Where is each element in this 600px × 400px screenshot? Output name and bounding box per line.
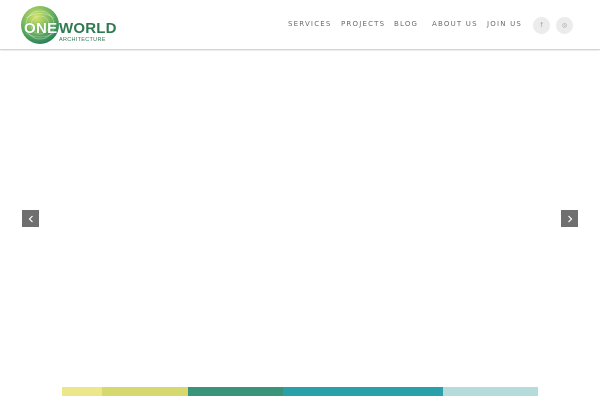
chevron-right-icon [567,215,572,222]
color-stripe [62,387,538,396]
logo-subtitle: ARCHITECTURE [59,37,106,43]
instagram-glyph: ◎ [561,22,568,29]
logo-word-one: ONE [24,20,58,37]
nav-item-services[interactable]: SERVICES [288,20,332,28]
color-stripe-segment [283,387,443,396]
facebook-icon[interactable]: f [533,17,550,34]
slider-prev-button[interactable] [22,210,39,227]
slider-next-button[interactable] [561,210,578,227]
facebook-glyph: f [540,22,543,29]
color-stripe-segment [188,387,283,396]
logo-link[interactable]: ONE WORLD ARCHITECTURE [20,5,117,47]
nav-item-about-us[interactable]: ABOUT US [432,20,478,28]
site-header: ONE WORLD ARCHITECTURE SERVICES PROJECTS… [0,0,600,50]
logo-word-world: WORLD [59,20,117,37]
nav-item-blog[interactable]: BLOG [394,20,418,28]
color-stripe-segment [102,387,188,396]
chevron-left-icon [28,215,33,222]
instagram-icon[interactable]: ◎ [556,17,573,34]
color-stripe-segment [443,387,538,396]
hero-slider [0,51,600,381]
color-stripe-segment [62,387,102,396]
nav-item-join-us[interactable]: JOIN US [487,20,522,28]
nav-item-projects[interactable]: PROJECTS [341,20,385,28]
